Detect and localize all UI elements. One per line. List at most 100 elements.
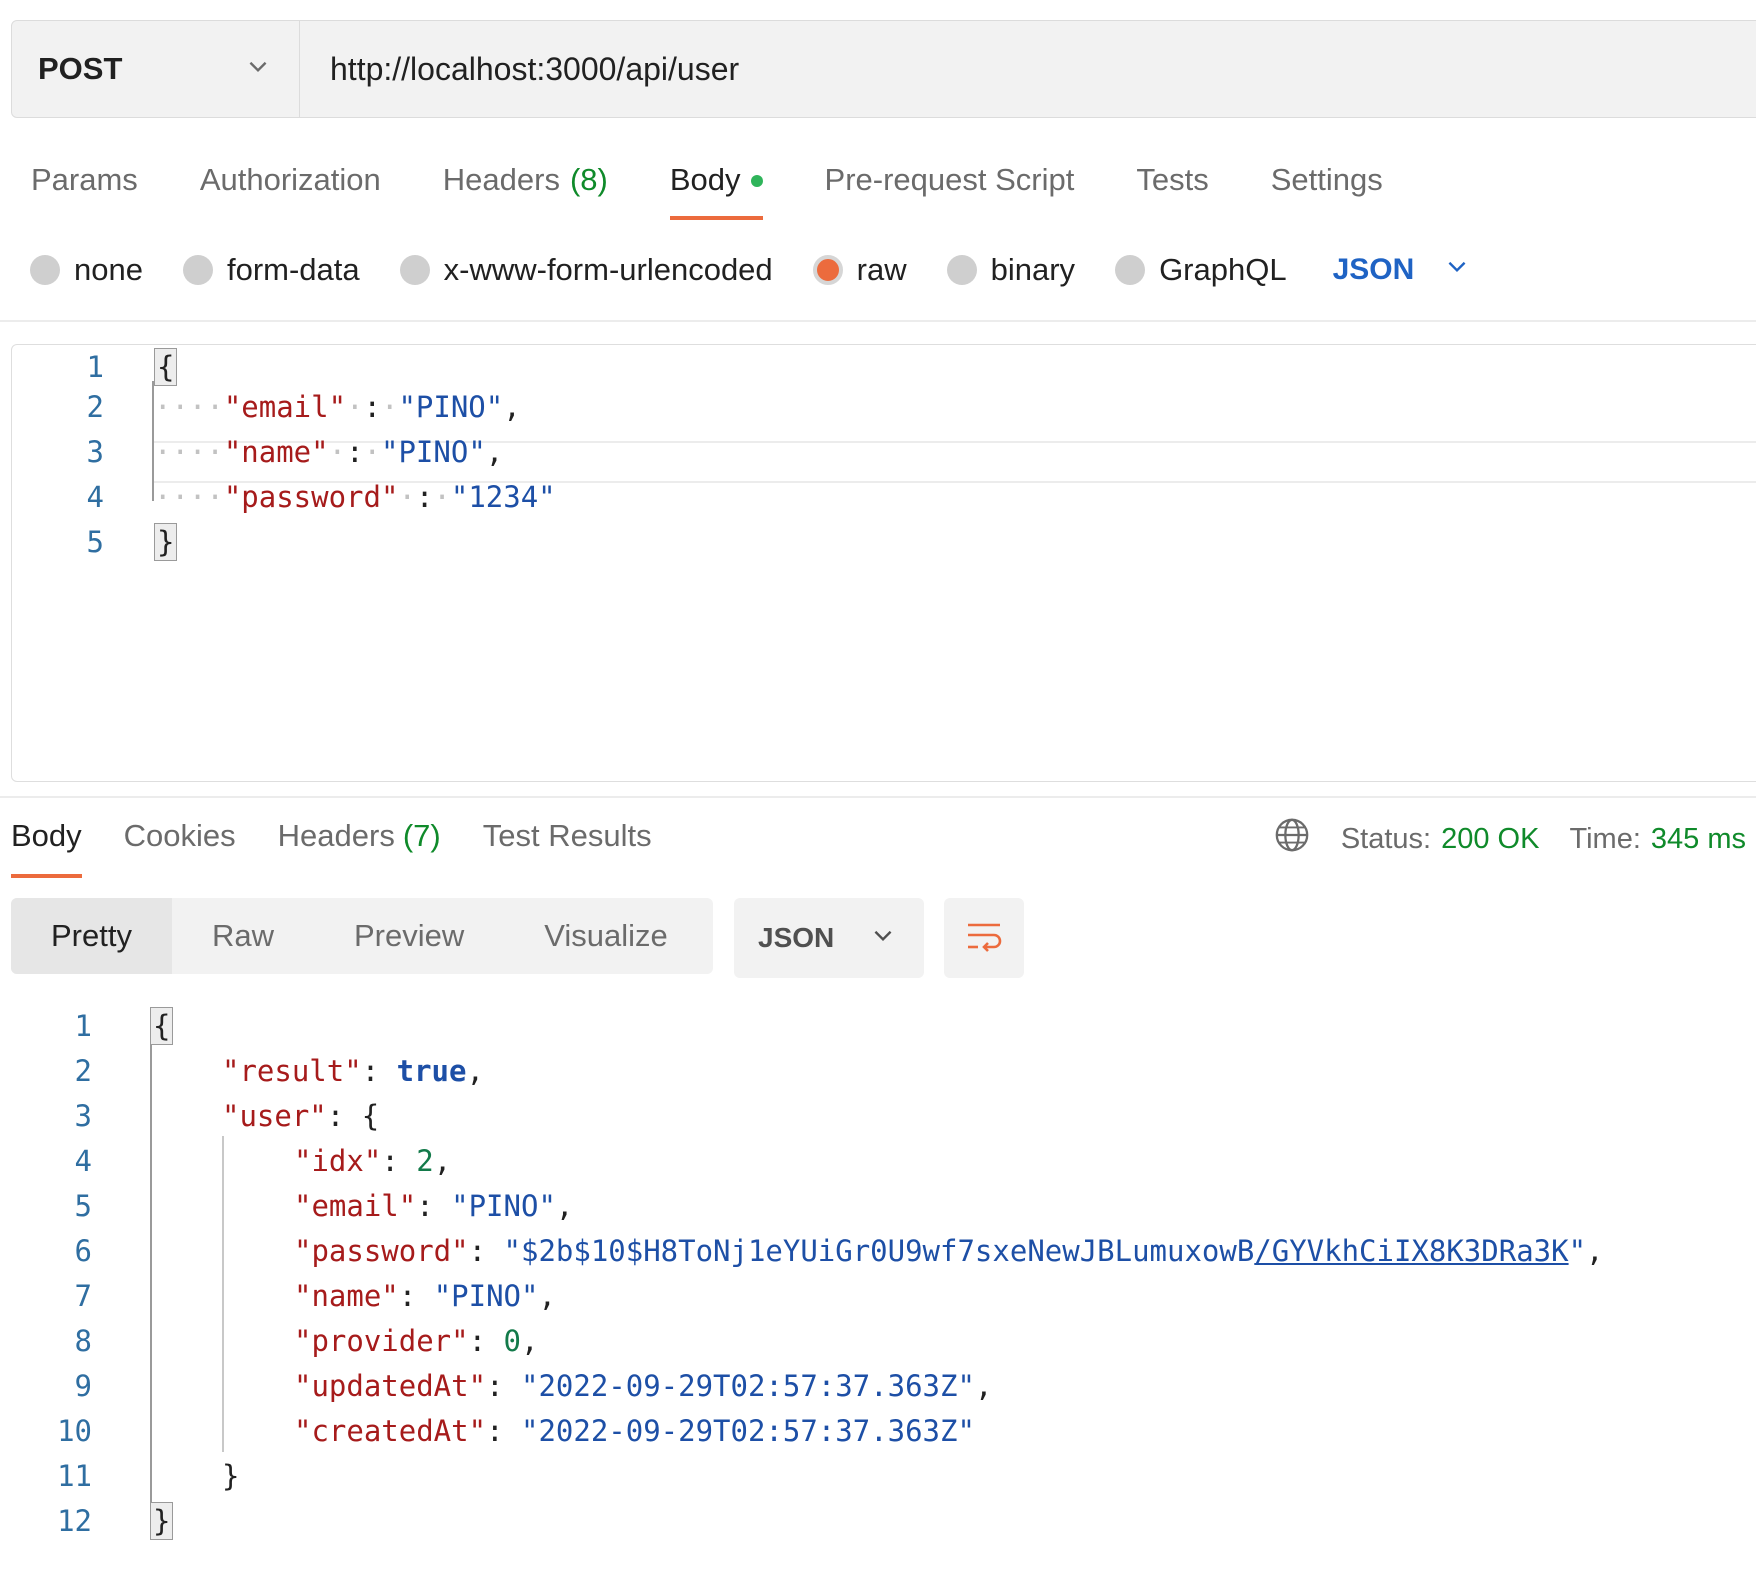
json-brace: {: [150, 1007, 174, 1045]
response-format-select[interactable]: JSON: [734, 898, 924, 978]
json-string: "PINO": [398, 390, 504, 424]
response-tab-body[interactable]: Body: [11, 810, 82, 878]
json-string: "PINO": [433, 1279, 539, 1313]
headers-count: (7): [402, 818, 441, 853]
json-string: "2022-09-29T02:57:37.363Z": [520, 1414, 975, 1448]
json-brace: {: [154, 348, 178, 386]
json-string: "$2b$10$H8ToNj1eYUiGr0U9wf7sxeNewJBLumux…: [503, 1234, 1255, 1268]
tab-tests[interactable]: Tests: [1136, 150, 1208, 222]
json-brace: }: [222, 1459, 240, 1493]
view-mode-pretty[interactable]: Pretty: [11, 898, 172, 974]
json-brace: }: [150, 1502, 174, 1540]
line-number: 6: [74, 1234, 92, 1268]
json-key: "name": [223, 435, 329, 469]
status-label: Status:: [1340, 822, 1432, 855]
line-number: 1: [86, 350, 104, 384]
chevron-down-icon: [245, 51, 271, 87]
tab-pre-request-script[interactable]: Pre-request Script: [825, 150, 1075, 222]
status-value[interactable]: 200 OK: [1441, 823, 1539, 856]
json-string: "PINO": [381, 435, 486, 469]
json-string: "1234": [450, 480, 556, 514]
request-url-bar: POST http://localhost:3000/api/user: [11, 20, 1756, 118]
json-key: "provider": [294, 1324, 469, 1358]
view-mode-visualize[interactable]: Visualize: [504, 898, 708, 974]
line-number: 2: [86, 390, 104, 424]
json-number: 2: [416, 1144, 434, 1178]
tab-authorization[interactable]: Authorization: [200, 150, 381, 222]
method-select[interactable]: POST: [12, 21, 300, 117]
time-value[interactable]: 345 ms: [1651, 823, 1746, 856]
line-number: 10: [57, 1414, 92, 1448]
response-tab-test-results[interactable]: Test Results: [483, 810, 652, 878]
radio-circle-selected[interactable]: [812, 255, 843, 285]
body-modified-dot: [750, 175, 763, 187]
json-brace: }: [154, 523, 178, 561]
tab-params[interactable]: Params: [31, 150, 138, 222]
time-label: Time:: [1569, 822, 1641, 855]
view-mode-preview[interactable]: Preview: [314, 898, 504, 974]
view-mode-segment: Pretty Raw Preview Visualize: [11, 898, 713, 974]
radio-none[interactable]: none: [30, 252, 143, 288]
radio-graphql[interactable]: GraphQL: [1115, 252, 1287, 288]
radio-circle[interactable]: [30, 255, 60, 285]
radio-form-data[interactable]: form-data: [182, 252, 360, 288]
line-number: 8: [74, 1324, 92, 1358]
radio-circle[interactable]: [182, 255, 213, 285]
line-number: 7: [74, 1279, 92, 1313]
divider: [0, 796, 1756, 798]
json-key: "password": [294, 1234, 469, 1268]
response-tab-cookies[interactable]: Cookies: [124, 810, 236, 878]
json-string: "PINO": [451, 1189, 556, 1223]
line-number: 5: [74, 1189, 92, 1223]
view-mode-raw[interactable]: Raw: [172, 898, 314, 974]
json-number: 0: [503, 1324, 521, 1358]
wrap-lines-button[interactable]: [944, 898, 1024, 978]
body-type-radios: none form-data x-www-form-urlencoded raw…: [30, 248, 1470, 292]
tab-body[interactable]: Body: [669, 150, 763, 222]
json-key: "email": [223, 390, 347, 424]
json-key: "createdAt": [294, 1414, 487, 1448]
radio-circle[interactable]: [399, 255, 430, 285]
json-key: "name": [294, 1279, 399, 1313]
line-number: 3: [86, 435, 104, 469]
body-language-select[interactable]: JSON: [1333, 253, 1471, 287]
tab-headers[interactable]: Headers (8): [443, 150, 608, 222]
divider: [0, 320, 1756, 322]
line-number: 2: [74, 1054, 92, 1088]
radio-binary[interactable]: binary: [946, 252, 1075, 288]
headers-count: (8): [569, 162, 608, 197]
response-meta: Status: 200 OK Time: 345 ms: [1273, 816, 1756, 862]
wrap-lines-icon: [964, 916, 1004, 961]
line-number: 1: [74, 1009, 92, 1043]
request-body-editor[interactable]: 1 { 2 ····"email"·:·"PINO", 3 ····"name"…: [11, 344, 1756, 782]
line-number: 4: [74, 1144, 92, 1178]
response-body-viewer[interactable]: 1 { 2 "result": true, 3 "user": { 4 "idx…: [0, 1000, 1756, 1560]
json-key: "user": [222, 1099, 327, 1133]
json-boolean: true: [396, 1054, 467, 1088]
line-number: 12: [57, 1504, 92, 1538]
json-link[interactable]: /GYVkhCiIX8K3DRa3K: [1254, 1234, 1568, 1268]
method-label: POST: [38, 51, 123, 86]
url-input[interactable]: http://localhost:3000/api/user: [300, 51, 739, 88]
json-key: "email": [294, 1189, 417, 1223]
chevron-down-icon: [870, 922, 896, 955]
json-brace: {: [361, 1099, 380, 1133]
tab-settings[interactable]: Settings: [1271, 150, 1383, 222]
chevron-down-icon: [1414, 253, 1470, 287]
response-tabs: Body Cookies Headers (7) Test Results: [11, 810, 694, 878]
json-key: "password": [223, 480, 399, 514]
radio-circle[interactable]: [1115, 255, 1146, 285]
json-key: "idx": [294, 1144, 382, 1178]
json-key: "updatedAt": [294, 1369, 487, 1403]
line-number: 3: [74, 1099, 92, 1133]
line-number: 11: [57, 1459, 92, 1493]
radio-raw[interactable]: raw: [812, 252, 907, 288]
line-number: 9: [74, 1369, 92, 1403]
json-key: "result": [222, 1054, 362, 1088]
line-number: 5: [86, 525, 104, 559]
radio-x-www-form-urlencoded[interactable]: x-www-form-urlencoded: [399, 252, 773, 288]
globe-icon[interactable]: [1273, 816, 1341, 862]
radio-circle[interactable]: [946, 255, 977, 285]
response-tab-headers[interactable]: Headers (7): [278, 810, 441, 878]
line-number: 4: [86, 480, 104, 514]
